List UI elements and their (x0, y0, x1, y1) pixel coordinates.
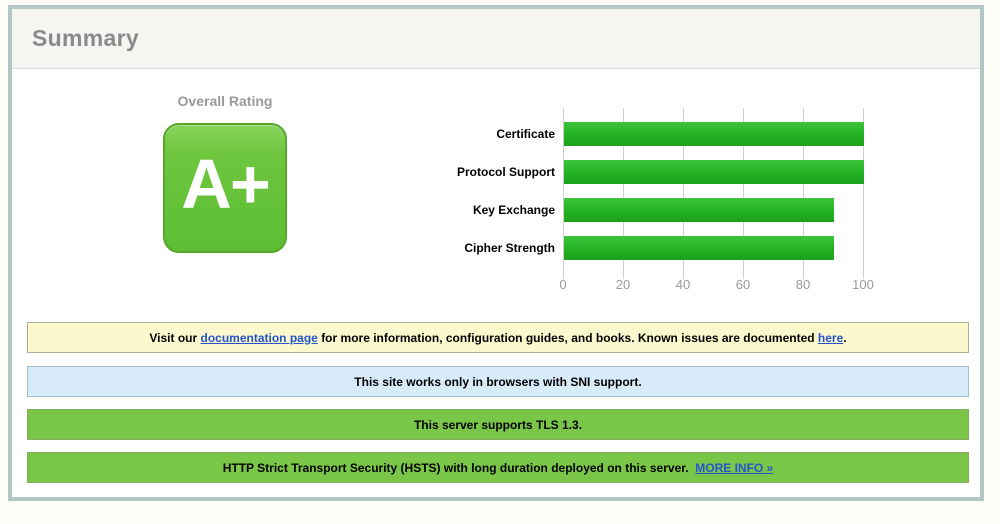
x-tick-label-40: 40 (676, 277, 690, 292)
chart-label-protocol-support: Protocol Support (457, 160, 555, 184)
chart-label-key-exchange: Key Exchange (473, 198, 555, 222)
x-tick-label-100: 100 (852, 277, 874, 292)
page-background: { "page": { "title": "Summary" }, "ratin… (0, 0, 1000, 524)
banner-text: Visit our (149, 331, 200, 345)
grade-text: A+ (181, 149, 268, 227)
chart-label-certificate: Certificate (496, 122, 555, 146)
hsts-banner: HTTP Strict Transport Security (HSTS) wi… (27, 452, 969, 483)
x-tick-label-80: 80 (796, 277, 810, 292)
bar-key-exchange (564, 198, 834, 222)
overall-rating-section: Overall Rating A+ (163, 93, 287, 253)
x-tick-label-60: 60 (736, 277, 750, 292)
bar-protocol-support (564, 160, 864, 184)
known-issues-here-link[interactable]: here (818, 331, 843, 345)
chart-category-labels: Certificate Protocol Support Key Exchange C… (408, 108, 555, 271)
grade-badge: A+ (163, 123, 287, 253)
sni-banner: This site works only in browsers with SN… (27, 366, 969, 397)
summary-header: Summary (12, 9, 980, 69)
documentation-banner: Visit our documentation page for more in… (27, 322, 969, 353)
overall-rating-label: Overall Rating (163, 93, 287, 109)
documentation-page-link[interactable]: documentation page (201, 331, 318, 345)
banner-text: HTTP Strict Transport Security (HSTS) wi… (223, 461, 696, 475)
banner-text: This server supports TLS 1.3. (414, 418, 582, 432)
banner-text: for more information, configuration guid… (318, 331, 818, 345)
score-bar-chart: 020406080100 (563, 108, 863, 271)
x-tick-label-20: 20 (616, 277, 630, 292)
tls13-banner: This server supports TLS 1.3. (27, 409, 969, 440)
summary-panel: Summary Overall Rating A+ Certificate Pro… (8, 5, 984, 501)
bar-certificate (564, 122, 864, 146)
banner-text: . (843, 331, 846, 345)
more-info-link[interactable]: MORE INFO » (695, 461, 773, 475)
x-tick-label-0: 0 (559, 277, 566, 292)
banner-text: This site works only in browsers with SN… (354, 375, 641, 389)
page-title: Summary (32, 25, 139, 52)
bar-cipher-strength (564, 236, 834, 260)
chart-label-cipher-strength: Cipher Strength (464, 236, 555, 260)
